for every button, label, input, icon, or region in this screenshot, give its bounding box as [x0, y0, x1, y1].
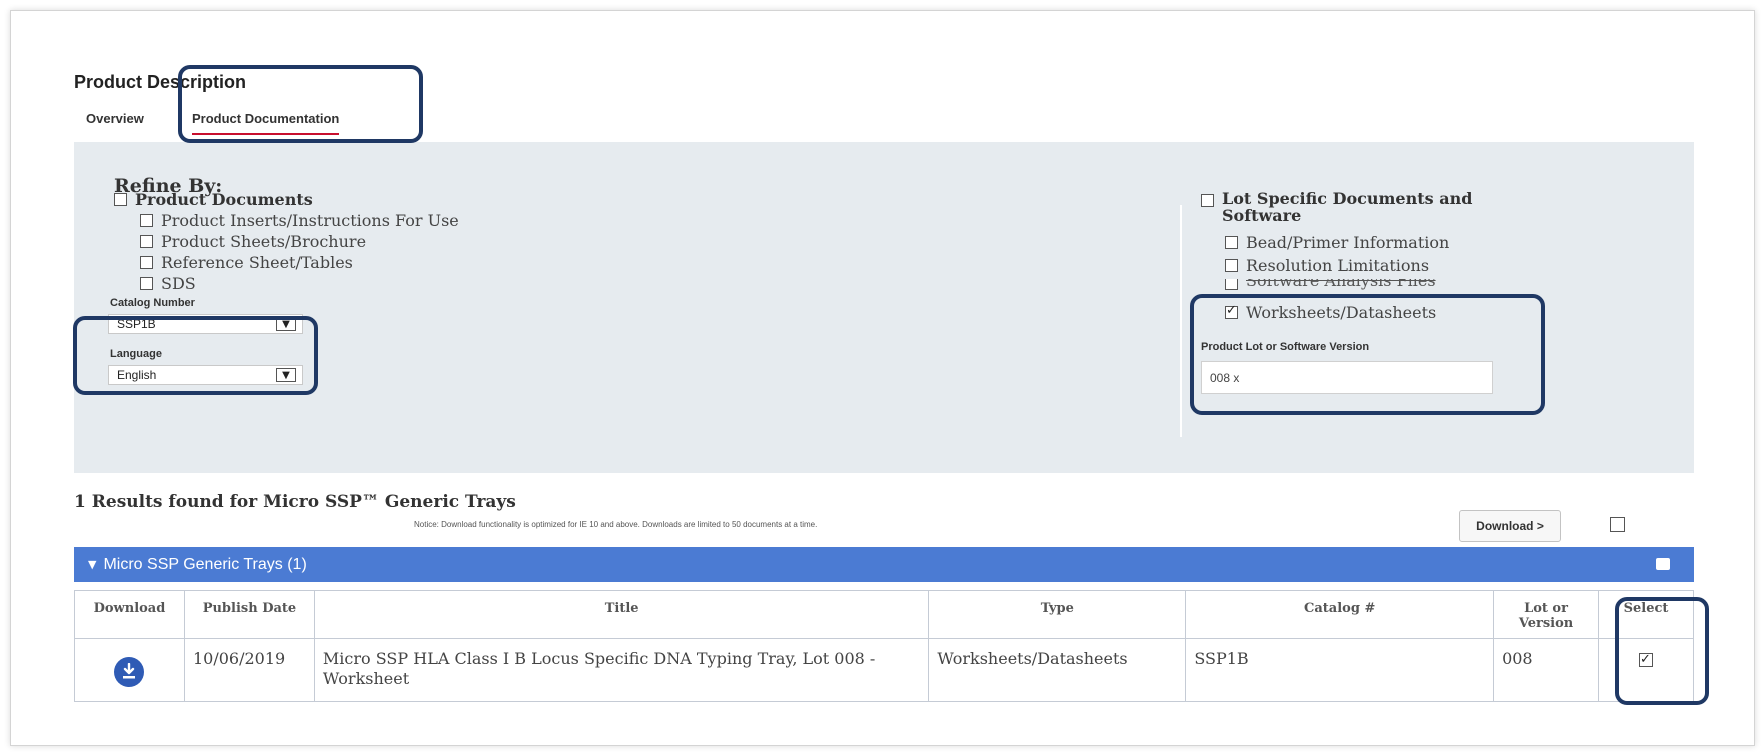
- download-notice: Notice: Download functionality is optimi…: [414, 520, 818, 529]
- product-inserts-checkbox[interactable]: [140, 214, 153, 227]
- lot-cell: 008: [1493, 638, 1599, 702]
- panel-divider: [1180, 205, 1182, 437]
- highlight-box-select: [1615, 597, 1709, 705]
- tab-overview[interactable]: Overview: [86, 111, 144, 126]
- sds-checkbox[interactable]: [140, 277, 153, 290]
- publish-date-cell: 10/06/2019: [183, 638, 315, 702]
- filter-sds[interactable]: SDS: [140, 274, 196, 293]
- filter-resolution-limitations[interactable]: Resolution Limitations: [1225, 256, 1429, 275]
- results-table: Download Publish Date Title Type Catalog…: [74, 590, 1694, 702]
- filter-product-documents[interactable]: Product Documents: [114, 190, 313, 209]
- col-publish-date: Publish Date: [183, 590, 315, 639]
- lot-specific-checkbox[interactable]: [1201, 194, 1214, 207]
- highlight-box-tabs: [178, 65, 423, 143]
- catalog-number-label: Catalog Number: [110, 297, 195, 309]
- filter-reference-sheet[interactable]: Reference Sheet/Tables: [140, 253, 353, 272]
- filter-bead-primer-label: Bead/Primer Information: [1246, 233, 1450, 252]
- col-download: Download: [74, 590, 185, 639]
- col-title: Title: [313, 590, 930, 639]
- filter-sds-label: SDS: [161, 274, 196, 293]
- col-catalog: Catalog #: [1185, 590, 1495, 639]
- software-analysis-checkbox[interactable]: [1225, 279, 1238, 290]
- table-row: 10/06/2019 Micro SSP HLA Class I B Locus…: [74, 638, 1694, 702]
- filter-bead-primer[interactable]: Bead/Primer Information: [1225, 233, 1449, 252]
- col-type: Type: [928, 590, 1187, 639]
- download-cell: [74, 638, 185, 702]
- results-group-header[interactable]: ▼ Micro SSP Generic Trays (1): [74, 547, 1694, 582]
- select-all-checkbox[interactable]: [1610, 517, 1625, 532]
- product-documents-checkbox[interactable]: [114, 193, 127, 206]
- title-cell: Micro SSP HLA Class I B Locus Specific D…: [313, 638, 930, 702]
- bead-primer-checkbox[interactable]: [1225, 236, 1238, 249]
- filter-resolution-limitations-label: Resolution Limitations: [1246, 256, 1430, 275]
- download-button[interactable]: Download >: [1459, 510, 1561, 542]
- type-cell: Worksheets/Datasheets: [928, 638, 1187, 702]
- group-select-checkbox[interactable]: [1656, 558, 1670, 570]
- col-lot-version: Lot or Version: [1493, 590, 1599, 639]
- table-header-row: Download Publish Date Title Type Catalog…: [74, 590, 1694, 639]
- product-sheets-checkbox[interactable]: [140, 235, 153, 248]
- highlight-box-catalog: [73, 316, 318, 395]
- filter-reference-sheet-label: Reference Sheet/Tables: [161, 253, 353, 272]
- caret-down-icon: ▼: [88, 558, 97, 571]
- results-summary: 1 Results found for Micro SSP™ Generic T…: [74, 492, 516, 512]
- resolution-limitations-checkbox[interactable]: [1225, 259, 1238, 272]
- highlight-box-worksheets: [1190, 294, 1545, 415]
- filter-product-inserts-label: Product Inserts/Instructions For Use: [161, 211, 459, 230]
- filter-software-analysis-label: Software Analysis Files: [1246, 279, 1436, 290]
- catalog-cell: SSP1B: [1185, 638, 1495, 702]
- download-icon[interactable]: [114, 657, 145, 687]
- group-label: Micro SSP Generic Trays (1): [103, 555, 307, 573]
- filter-product-sheets[interactable]: Product Sheets/Brochure: [140, 232, 366, 251]
- reference-sheet-checkbox[interactable]: [140, 256, 153, 269]
- filter-lot-specific-label: Lot Specific Documents and Software: [1222, 189, 1473, 225]
- filter-product-sheets-label: Product Sheets/Brochure: [161, 232, 367, 251]
- filter-product-documents-label: Product Documents: [135, 190, 313, 209]
- filter-software-analysis[interactable]: Software Analysis Files: [1225, 279, 1436, 290]
- filter-product-inserts[interactable]: Product Inserts/Instructions For Use: [140, 211, 459, 230]
- filter-lot-specific[interactable]: Lot Specific Documents and Software: [1201, 190, 1522, 224]
